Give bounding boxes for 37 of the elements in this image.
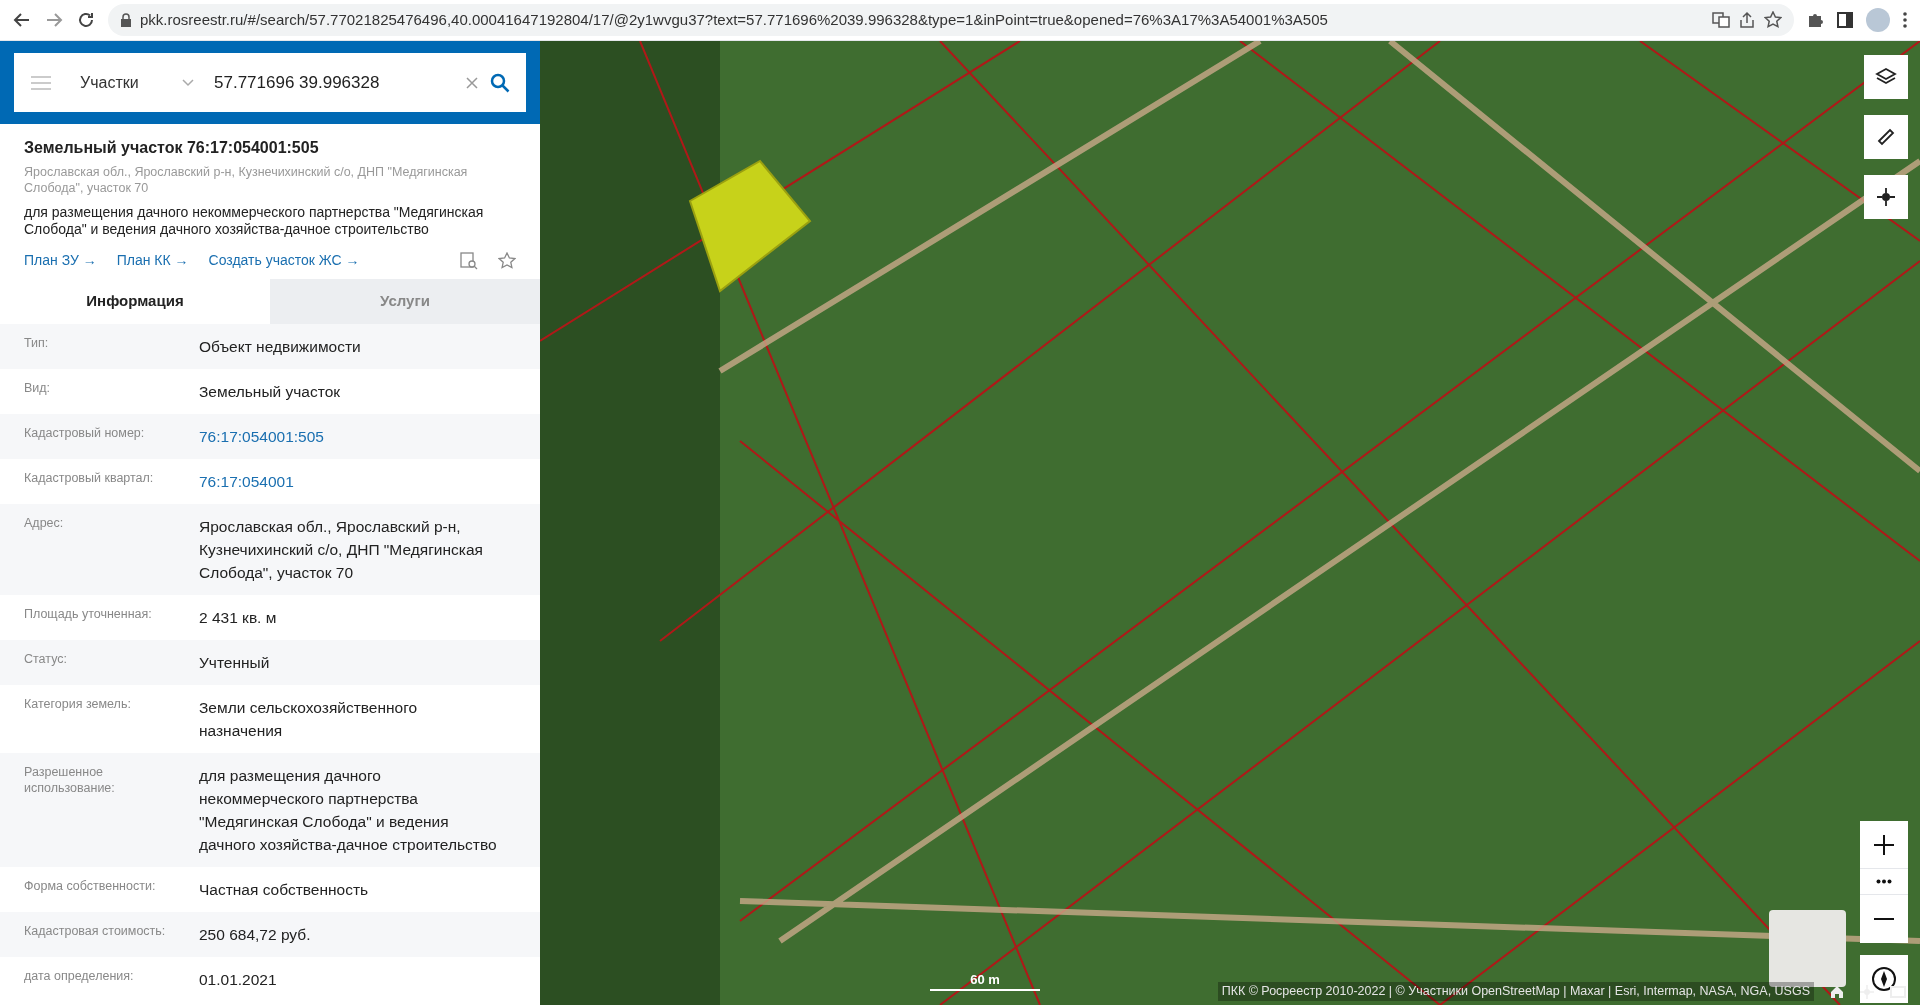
plan-link[interactable]: План ЗУ → — [24, 250, 97, 271]
field-label: Форма собственности: — [24, 878, 157, 895]
field-label: Категория земель: — [24, 696, 132, 713]
field-label: Разрешенное использование: — [24, 764, 116, 797]
parcel-address: Ярославская обл., Ярославский р-н, Кузнечихинский с/о, ДНП "Медягинская Слобода", участок 70 — [24, 164, 469, 196]
search-input[interactable]: 57.771696 39.996328 — [214, 69, 454, 96]
field-label: Кадастровый квартал: — [24, 470, 155, 487]
field-value: 250 684,72 руб. — [199, 925, 312, 945]
field-label: Тип: — [24, 335, 50, 352]
field-value: Земли сельскохозяйственного назначения — [199, 698, 419, 741]
category-select[interactable]: Участки — [80, 70, 170, 95]
parcel-title: Земельный участок 76:17:054001:505 — [24, 138, 320, 158]
field-value: для размещения дачного некоммерческого партнерства "Медягинская Слобода" и ведения дачного хозяйства-дачное строительство — [199, 766, 498, 855]
field-label: Адрес: — [24, 515, 65, 532]
field-label: Площадь уточненная: — [24, 606, 153, 623]
scale-label: 60 m — [970, 970, 1000, 989]
field-value: 01.01.2021 — [199, 970, 278, 990]
field-value: Ярославская обл., Ярославский р-н, Кузнечихинский с/о, ДНП "Медягинская Слобода", участок 70 — [199, 517, 484, 583]
field-value: Объект недвижимости — [199, 337, 362, 357]
field-value: Учтенный — [199, 653, 271, 673]
field-label: дата определения: — [24, 968, 135, 985]
field-link[interactable]: 76:17:054001 — [199, 470, 516, 493]
parcel-usage: для размещения дачного некоммерческого партнерства "Медягинская Слобода" и ведения дачного хозяйства-дачное строительство — [24, 204, 485, 238]
field-value: Земельный участок — [199, 382, 342, 402]
search-field[interactable]: Участки 57.771696 39.996328 — [14, 53, 526, 112]
field-label: Статус: — [24, 651, 68, 668]
attribution-text: ПКК © Росреестр 2010-2022 | © Участники OpenStreetMap | Maxar | Esri, Intermap, NASA, NGA, USGS — [1217, 982, 1814, 1001]
plan-link[interactable]: План КК → — [116, 250, 189, 271]
field-label: Вид: — [24, 380, 52, 397]
field-link[interactable]: 76:17:054001:505 — [199, 425, 516, 448]
url-text: pkk.rosreestr.ru/#/search/57.77021825476496,40.00041647192804/17/@2y1wvgu37?text=57.771696%2039.996328&type=1&inPoint=true&opened=76%3A17%3A54001%3A505 — [140, 9, 1328, 30]
field-value: Частная собственность — [199, 880, 370, 900]
field-value: 2 431 кв. м — [199, 608, 278, 628]
field-label: Кадастровая стоимость: — [24, 923, 167, 940]
address-bar[interactable]: pkk.rosreestr.ru/#/search/57.77021825476496,40.00041647192804/17/@2y1wvgu37?text=57.771696%2039.996328&type=1&inPoint=true&opened=76%3A17%3A54001%3A505 — [108, 4, 1794, 36]
plan-link[interactable]: Создать участок ЖС → — [208, 250, 360, 271]
field-label: Кадастровый номер: — [24, 425, 146, 442]
